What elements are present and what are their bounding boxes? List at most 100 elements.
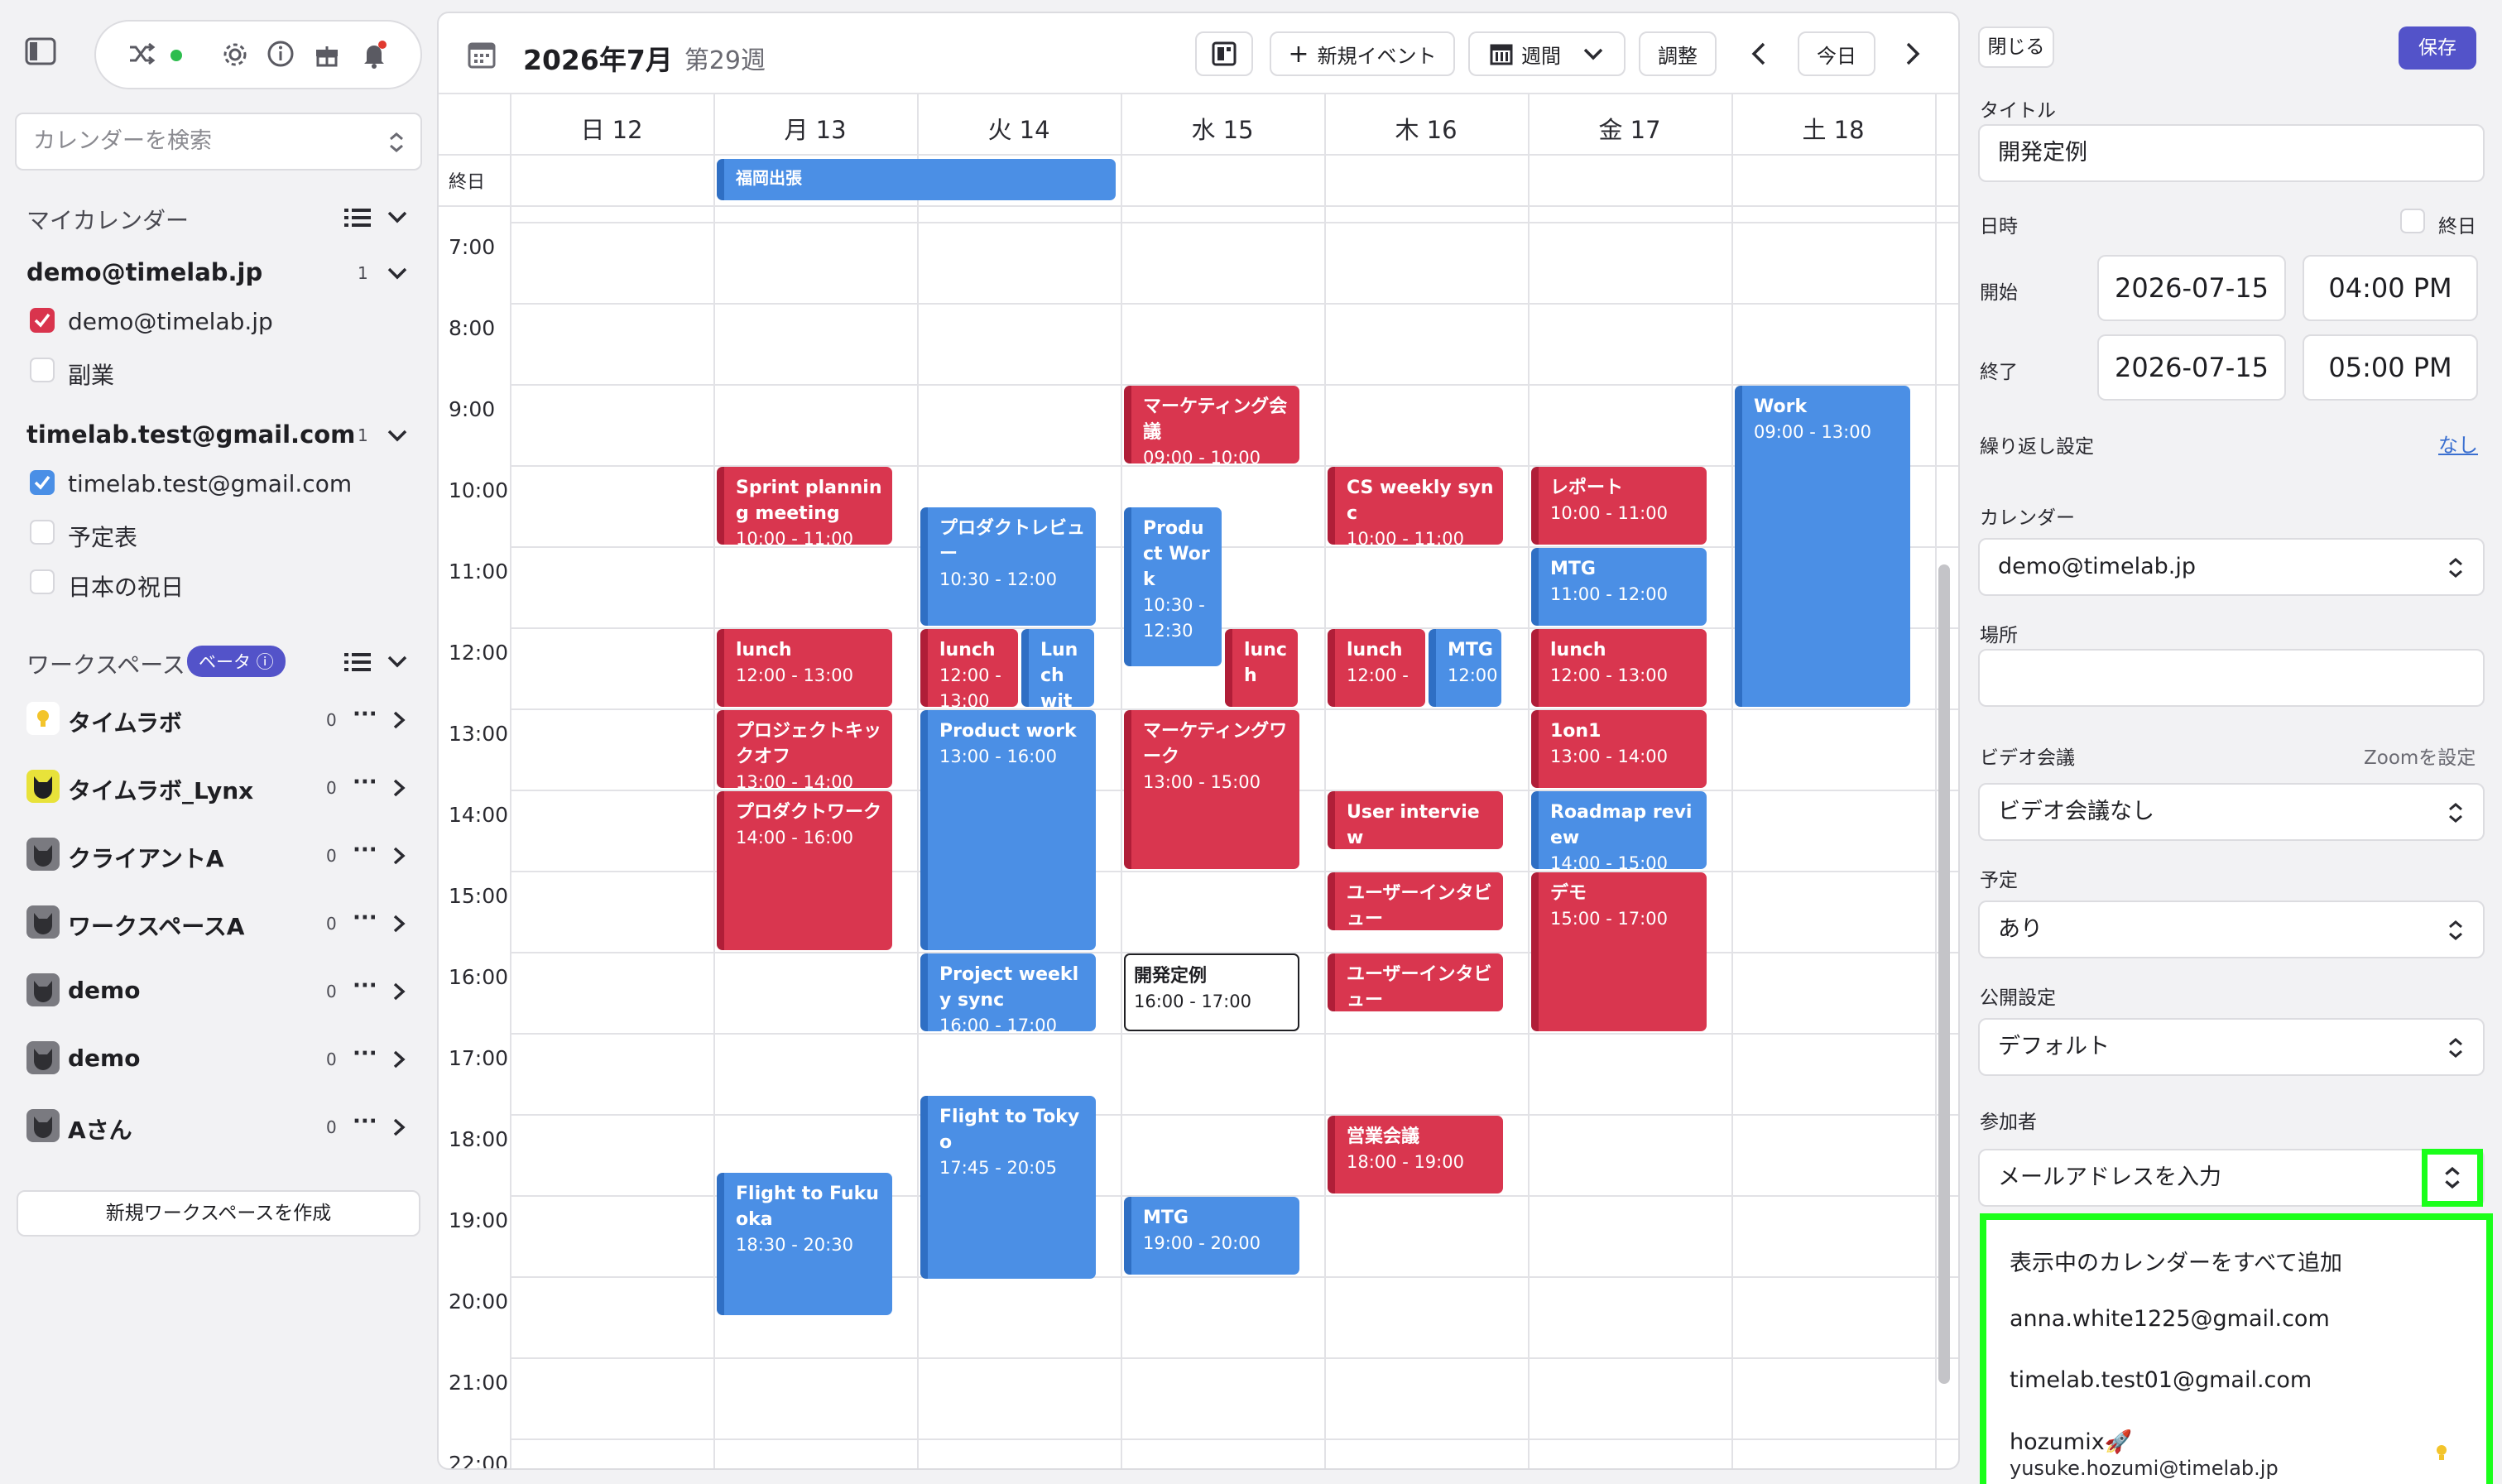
allday-checkbox[interactable]	[2400, 209, 2425, 233]
event-block[interactable]: lunch	[1225, 629, 1298, 707]
workspace-item[interactable]: Aさん 0 ···	[0, 1109, 437, 1147]
event-block[interactable]: Roadmap review 14:00 - 15:00	[1531, 791, 1707, 869]
dropdown-item-user[interactable]: hozumix🚀 yusuke.hozumi@timelab.jp	[2010, 1429, 2279, 1480]
chevron-right-icon[interactable]	[392, 1049, 406, 1069]
workspace-item[interactable]: demo 0 ···	[0, 1041, 437, 1079]
event-block[interactable]: Flight to Tokyo 17:45 - 20:05	[920, 1095, 1096, 1279]
dropdown-item[interactable]: anna.white1225@gmail.com	[2010, 1306, 2330, 1332]
calendar-item[interactable]: 日本の祝日	[0, 569, 437, 603]
event-block[interactable]: デモ 15:00 - 17:00	[1531, 872, 1707, 1031]
event-block[interactable]: lunch 12:00 -	[1328, 629, 1425, 707]
shuffle-icon[interactable]	[127, 40, 161, 73]
attendees-input[interactable]: メールアドレスを入力	[1978, 1149, 2485, 1207]
sidebar-toggle-icon[interactable]	[25, 37, 65, 72]
chevron-right-icon[interactable]	[392, 914, 406, 934]
calendar-search-input[interactable]: カレンダーを検索	[15, 113, 422, 170]
calendar-item[interactable]: timelab.test@gmail.com	[0, 470, 437, 503]
calendar-item[interactable]: 予定表	[0, 520, 437, 553]
calendar-item[interactable]: demo@timelab.jp	[0, 308, 437, 341]
event-block[interactable]: MTG 19:00 - 20:00	[1124, 1197, 1299, 1275]
calendar-item[interactable]: 副業	[0, 358, 437, 391]
chevron-down-icon[interactable]	[387, 429, 407, 442]
scrollbar[interactable]	[1938, 564, 1950, 1384]
event-block[interactable]: 1on1 13:00 - 14:00	[1531, 710, 1707, 788]
video-select[interactable]: ビデオ会議なし	[1978, 783, 2485, 841]
start-time-input[interactable]: 04:00 PM	[2303, 255, 2478, 321]
bell-icon[interactable]	[359, 40, 392, 73]
calendar-select[interactable]: demo@timelab.jp	[1978, 538, 2485, 596]
layout-toggle-button[interactable]	[1195, 31, 1253, 76]
workspace-item[interactable]: demo 0 ···	[0, 973, 437, 1011]
event-block[interactable]: レポート 10:00 - 11:00	[1531, 467, 1707, 545]
more-icon[interactable]: ···	[353, 838, 377, 862]
chevron-left-icon[interactable]	[1750, 41, 1768, 66]
zoom-setting-link[interactable]: Zoomを設定	[2364, 742, 2476, 770]
checkbox[interactable]	[30, 520, 55, 545]
event-block[interactable]: 営業会議 18:00 - 19:00	[1328, 1116, 1503, 1193]
more-icon[interactable]: ···	[353, 905, 377, 930]
event-block[interactable]: Sprint planning meeting 10:00 - 11:00	[717, 467, 892, 545]
event-block[interactable]: プロジェクトキックオフ 13:00 - 14:00	[717, 710, 892, 788]
end-time-input[interactable]: 05:00 PM	[2303, 334, 2478, 401]
event-block[interactable]: Product Work 10:30 - 12:30	[1124, 507, 1222, 666]
event-block[interactable]: MTG 12:00	[1429, 629, 1501, 707]
event-block[interactable]: Flight to Fukuoka 18:30 - 20:30	[717, 1172, 892, 1315]
event-block[interactable]: User interview14:00 - 14:45	[1328, 791, 1503, 849]
more-icon[interactable]: ···	[353, 702, 377, 727]
start-date-input[interactable]: 2026-07-15	[2097, 255, 2286, 321]
event-block[interactable]: Work 09:00 - 13:00	[1735, 386, 1910, 707]
checkbox[interactable]	[30, 470, 55, 495]
workspace-item[interactable]: タイムラボ 0 ···	[0, 702, 437, 740]
chevron-down-icon[interactable]	[387, 210, 407, 223]
adjust-button[interactable]: 調整	[1639, 31, 1717, 76]
more-icon[interactable]: ···	[353, 973, 377, 998]
checkbox[interactable]	[30, 358, 55, 382]
event-block[interactable]: lunch 12:00 - 13:00	[920, 629, 1018, 707]
location-input[interactable]	[1978, 649, 2485, 707]
more-icon[interactable]: ···	[353, 1041, 377, 1066]
status-select[interactable]: あり	[1978, 900, 2485, 958]
day-header[interactable]: 木 16	[1324, 111, 1528, 146]
gift-icon[interactable]	[313, 40, 346, 73]
event-block[interactable]: CS weekly sync 10:00 - 11:00	[1328, 467, 1503, 545]
event-block[interactable]: Product work 13:00 - 16:00	[920, 710, 1096, 950]
list-icon[interactable]	[344, 207, 371, 228]
attendees-dropdown-toggle[interactable]	[2422, 1149, 2483, 1207]
event-block[interactable]: lunch 12:00 - 13:00	[717, 629, 892, 707]
chevron-down-icon[interactable]	[387, 267, 407, 280]
event-block[interactable]: マーケティング会議 09:00 - 10:00	[1124, 386, 1299, 463]
visibility-select[interactable]: デフォルト	[1978, 1018, 2485, 1076]
chevron-right-icon[interactable]	[392, 1117, 406, 1137]
chevron-right-icon[interactable]	[1904, 41, 1922, 66]
repeat-link[interactable]: なし	[2438, 429, 2478, 458]
gear-icon[interactable]	[220, 40, 253, 73]
dropdown-item[interactable]: timelab.test01@gmail.com	[2010, 1367, 2312, 1393]
event-block[interactable]: Project weekly sync 16:00 - 17:00	[920, 953, 1096, 1031]
chevron-right-icon[interactable]	[392, 982, 406, 1001]
new-workspace-button[interactable]: 新規ワークスペースを作成	[17, 1190, 420, 1237]
event-block[interactable]: マーケティングワーク 13:00 - 15:00	[1124, 710, 1299, 869]
day-header[interactable]: 火 14	[917, 111, 1121, 146]
chevron-right-icon[interactable]	[392, 846, 406, 866]
today-button[interactable]: 今日	[1798, 31, 1875, 76]
event-block[interactable]: Lunch wit	[1021, 629, 1094, 707]
event-block[interactable]: 開発定例 16:00 - 17:00	[1124, 953, 1299, 1031]
title-input[interactable]: 開発定例	[1978, 124, 2485, 182]
list-icon[interactable]	[344, 651, 371, 673]
checkbox[interactable]	[30, 308, 55, 333]
new-event-button[interactable]: + 新規イベント	[1270, 31, 1455, 76]
day-header[interactable]: 月 13	[713, 111, 917, 146]
end-date-input[interactable]: 2026-07-15	[2097, 334, 2286, 401]
chevron-right-icon[interactable]	[392, 778, 406, 798]
event-block[interactable]: ユーザーインタビュー16:00 - 16:45	[1328, 953, 1503, 1011]
chevron-down-icon[interactable]	[387, 655, 407, 668]
more-icon[interactable]: ···	[353, 770, 377, 795]
day-header[interactable]: 水 15	[1121, 111, 1324, 146]
allday-event[interactable]: 福岡出張	[717, 159, 1116, 200]
dropdown-item-add-all[interactable]: 表示中のカレンダーをすべて追加	[2010, 1245, 2342, 1277]
chevron-right-icon[interactable]	[392, 710, 406, 730]
event-block[interactable]: ユーザーインタビュー15:00 - 15:45	[1328, 872, 1503, 930]
workspace-item[interactable]: ワークスペースA 0 ···	[0, 905, 437, 944]
close-button[interactable]: 閉じる	[1978, 26, 2054, 68]
day-header[interactable]: 土 18	[1731, 111, 1935, 146]
